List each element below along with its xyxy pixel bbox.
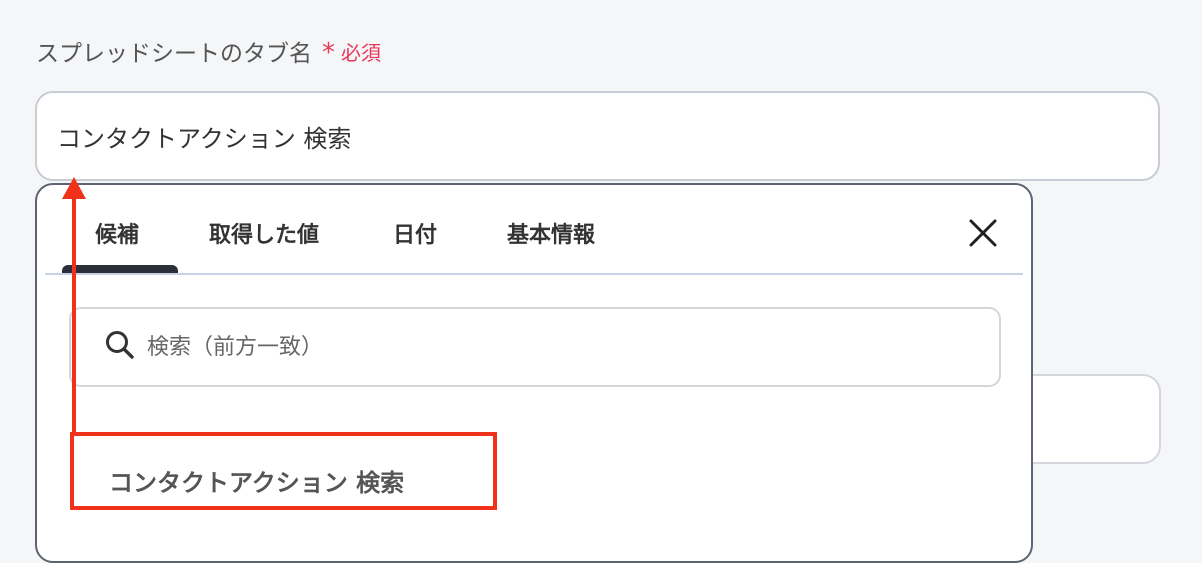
annotation-arrow-head [62,177,86,199]
required-asterisk: * [322,38,335,68]
tab-retrieved-values[interactable]: 取得した値 [209,217,319,249]
tab-date[interactable]: 日付 [393,217,437,249]
picker-tabs: 候補 取得した値 日付 基本情報 [37,185,1031,275]
required-indicator: * 必須 [322,36,381,68]
tab-name-input[interactable]: コンタクトアクション 検索 [35,91,1160,181]
active-tab-indicator [62,265,178,273]
field-label-row: スプレッドシートのタブ名 * 必須 [36,34,381,68]
search-input[interactable] [145,333,929,361]
tab-name-input-value: コンタクトアクション 検索 [57,124,352,153]
close-icon[interactable] [967,217,999,249]
required-text: 必須 [341,40,381,65]
candidate-search-box[interactable] [69,307,1001,387]
search-icon [105,330,135,364]
value-picker-dropdown: 候補 取得した値 日付 基本情報 コンタクトアクション 検索 [35,183,1033,563]
candidate-item[interactable]: コンタクトアクション 検索 [109,463,404,498]
tabs-divider [45,273,1023,275]
tab-basic-info[interactable]: 基本情報 [507,217,595,249]
annotation-arrow-line [72,190,76,434]
tab-candidates[interactable]: 候補 [95,217,139,249]
field-label: スプレッドシートのタブ名 [36,41,312,67]
